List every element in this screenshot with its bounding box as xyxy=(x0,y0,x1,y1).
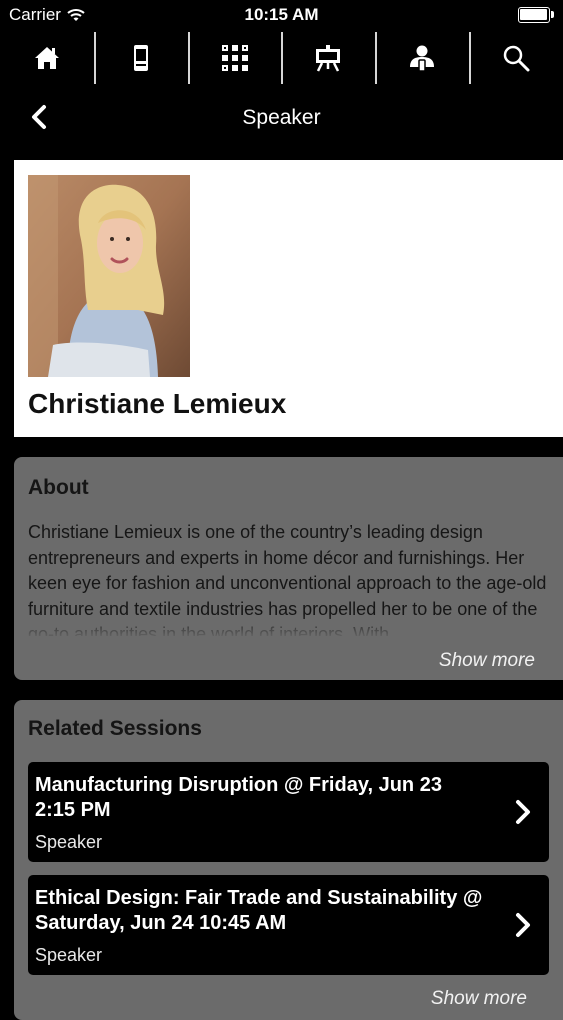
speaker-photo xyxy=(28,175,190,377)
about-panel: About Christiane Lemieux is one of the c… xyxy=(14,457,563,680)
nav-item-home[interactable] xyxy=(0,30,94,86)
show-more-about-link[interactable]: Show more xyxy=(439,650,535,672)
search-icon xyxy=(503,45,530,72)
show-more-sessions-link[interactable]: Show more xyxy=(431,988,527,1010)
page-title: Speaker xyxy=(242,106,321,129)
home-icon xyxy=(34,47,59,69)
session-role: Speaker xyxy=(35,832,103,852)
related-sessions-panel: Related Sessions Manufacturing Disruptio… xyxy=(14,700,563,1020)
nav-item-speakers[interactable] xyxy=(375,30,469,86)
speaker-profile-card: Christiane Lemieux xyxy=(14,160,563,437)
related-sessions-heading: Related Sessions xyxy=(28,717,202,740)
battery-icon xyxy=(518,7,554,23)
phone-icon xyxy=(133,45,148,71)
session-title: Ethical Design: Fair Trade and Sustainab… xyxy=(35,887,483,934)
speaker-person-icon xyxy=(410,45,435,72)
text-fade xyxy=(28,615,563,639)
session-card[interactable]: Ethical Design: Fair Trade and Sustainab… xyxy=(28,875,549,975)
nav-item-device[interactable] xyxy=(93,30,188,86)
top-nav-bar xyxy=(0,30,563,86)
about-heading: About xyxy=(28,476,89,499)
nav-item-scan[interactable] xyxy=(187,30,282,86)
speaker-name: Christiane Lemieux xyxy=(28,388,287,419)
qr-code-icon xyxy=(221,45,248,71)
title-bar: Speaker xyxy=(0,94,563,140)
status-time: 10:15 AM xyxy=(244,5,319,24)
presentation-board-icon xyxy=(316,45,341,72)
nav-item-search[interactable] xyxy=(469,30,563,86)
session-title: Manufacturing Disruption @ Friday, Jun 2… xyxy=(35,774,442,821)
chevron-right-icon xyxy=(516,913,530,937)
session-role: Speaker xyxy=(35,945,103,965)
chevron-right-icon xyxy=(516,800,530,824)
session-card[interactable]: Manufacturing Disruption @ Friday, Jun 2… xyxy=(28,762,549,862)
status-bar: Carrier 10:15 AM xyxy=(0,0,563,30)
nav-item-sessions[interactable] xyxy=(281,30,375,86)
